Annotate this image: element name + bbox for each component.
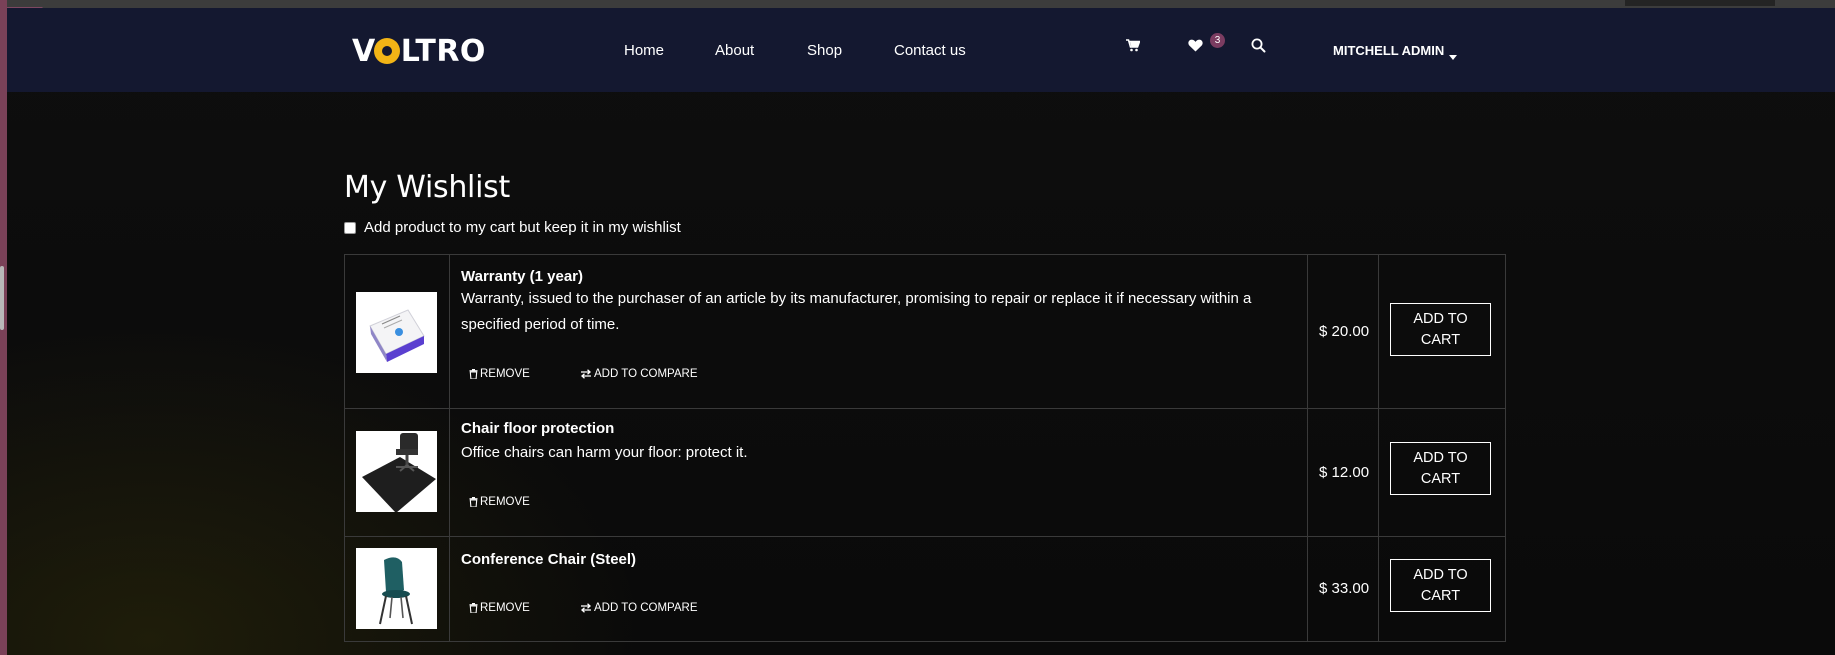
product-image-cell — [345, 409, 450, 536]
user-menu[interactable]: MITCHELL ADMIN — [1333, 43, 1444, 58]
chevron-down-icon — [1449, 55, 1457, 60]
chair-image[interactable] — [356, 548, 437, 629]
product-name[interactable]: Conference Chair (Steel) — [461, 551, 636, 568]
product-description: Warranty, issued to the purchaser of an … — [461, 290, 1252, 333]
trash-icon — [469, 497, 478, 507]
product-info-cell: Conference Chair (Steel) REMOVE ADD TO C… — [450, 537, 1308, 641]
remove-button[interactable]: REMOVE — [469, 368, 530, 380]
site-header: V LTRO Home About Shop Contact us 3 MITCH… — [7, 8, 1835, 92]
product-image-cell — [345, 255, 450, 408]
table-row: Warranty (1 year) Warranty, issued to th… — [345, 255, 1505, 409]
exchange-icon — [581, 369, 591, 379]
product-info-cell: Warranty (1 year) Warranty, issued to th… — [450, 255, 1308, 408]
table-row: Chair floor protection Office chairs can… — [345, 409, 1505, 537]
voltro-logo[interactable]: V LTRO — [352, 34, 486, 69]
keep-in-wishlist-checkbox[interactable] — [344, 221, 356, 234]
add-to-cart-cell: ADD TO CART — [1379, 537, 1504, 641]
wishlist-table: Warranty (1 year) Warranty, issued to th… — [344, 254, 1506, 642]
edit-sidebar-strip — [0, 0, 7, 655]
logo-disc-icon — [373, 38, 400, 64]
product-price: $ 33.00 — [1319, 580, 1370, 597]
add-to-cart-cell: ADD TO CART — [1379, 409, 1504, 536]
product-price: $ 12.00 — [1319, 464, 1370, 481]
nav-home[interactable]: Home — [624, 42, 664, 59]
product-price: $ 20.00 — [1319, 323, 1370, 340]
trash-icon — [469, 369, 478, 379]
keep-in-wishlist-option[interactable]: Add product to my cart but keep it in my… — [344, 219, 681, 236]
add-to-cart-button[interactable]: ADD TO CART — [1390, 303, 1491, 356]
product-image-cell — [345, 537, 450, 641]
page-title: My Wishlist — [344, 170, 510, 205]
floor-mat-image[interactable] — [356, 431, 437, 512]
price-cell: $ 33.00 — [1308, 537, 1379, 641]
product-name[interactable]: Chair floor protection — [461, 420, 614, 437]
cart-icon[interactable] — [1126, 39, 1140, 52]
price-cell: $ 12.00 — [1308, 409, 1379, 536]
nav-about[interactable]: About — [715, 42, 754, 59]
page: V LTRO Home About Shop Contact us 3 MITCH… — [0, 0, 1835, 655]
add-to-cart-cell: ADD TO CART — [1379, 255, 1504, 408]
exchange-icon — [581, 603, 591, 613]
product-info-cell: Chair floor protection Office chairs can… — [450, 409, 1308, 536]
product-description: Office chairs can harm your floor: prote… — [461, 444, 748, 461]
add-to-cart-button[interactable]: ADD TO CART — [1390, 559, 1491, 612]
warranty-box-image[interactable] — [356, 292, 437, 373]
nav-shop[interactable]: Shop — [807, 42, 842, 59]
nav-contact-us[interactable]: Contact us — [894, 42, 966, 59]
search-icon[interactable] — [1251, 38, 1266, 53]
product-name[interactable]: Warranty (1 year) — [461, 268, 583, 285]
trash-icon — [469, 603, 478, 613]
price-cell: $ 20.00 — [1308, 255, 1379, 408]
wishlist-count-badge: 3 — [1210, 33, 1225, 48]
remove-button[interactable]: REMOVE — [469, 496, 530, 508]
add-to-cart-button[interactable]: ADD TO CART — [1390, 442, 1491, 495]
table-row: Conference Chair (Steel) REMOVE ADD TO C… — [345, 537, 1505, 642]
browser-top-strip — [0, 0, 1835, 8]
add-to-compare-button[interactable]: ADD TO COMPARE — [580, 368, 698, 380]
heart-icon[interactable] — [1188, 39, 1203, 52]
keep-in-wishlist-label: Add product to my cart but keep it in my… — [364, 219, 681, 236]
add-to-compare-button[interactable]: ADD TO COMPARE — [580, 602, 698, 614]
sidebar-grip[interactable] — [0, 266, 4, 330]
remove-button[interactable]: REMOVE — [469, 602, 530, 614]
